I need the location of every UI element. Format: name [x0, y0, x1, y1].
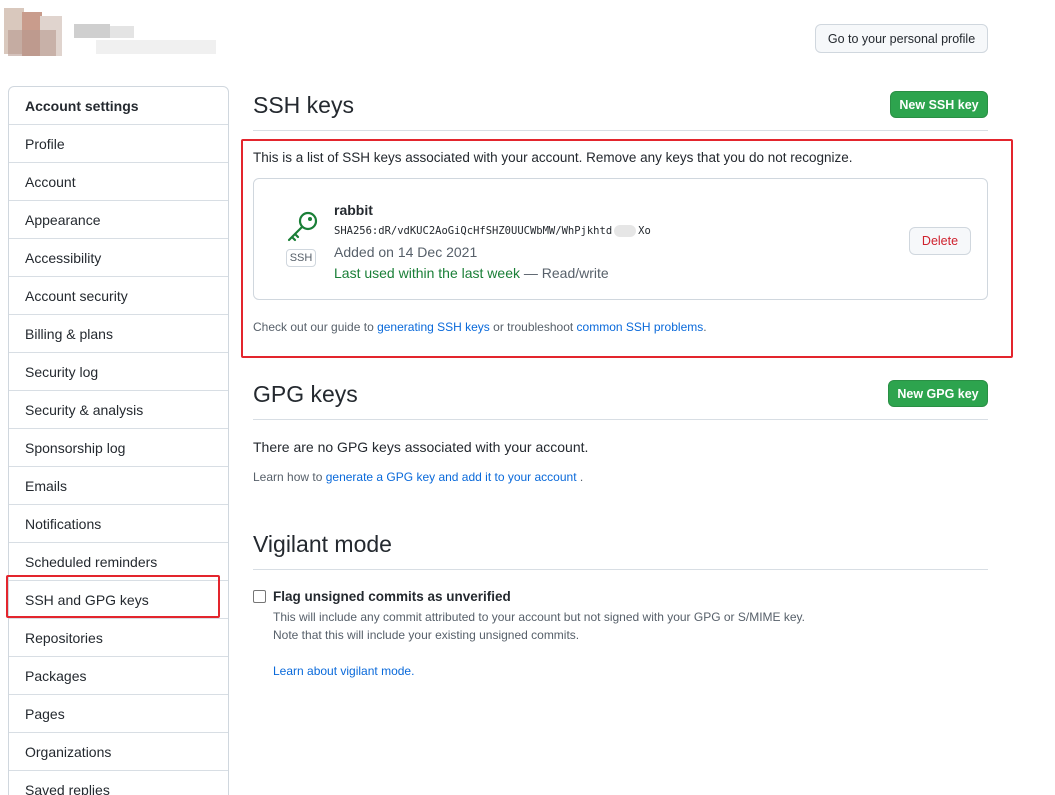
ssh-key-name: rabbit	[334, 202, 373, 218]
sidebar-item-security-log[interactable]: Security log	[9, 353, 228, 391]
sidebar-item-scheduled-reminders[interactable]: Scheduled reminders	[9, 543, 228, 581]
common-ssh-problems-link[interactable]: common SSH problems	[577, 320, 704, 334]
fingerprint-end: Xo	[638, 225, 651, 237]
learn-vigilant-mode-link[interactable]: Learn about vigilant mode.	[273, 664, 414, 678]
ssh-key-added-date: Added on 14 Dec 2021	[334, 244, 478, 260]
sidebar-item-accessibility[interactable]: Accessibility	[9, 239, 228, 277]
sidebar-item-billing[interactable]: Billing & plans	[9, 315, 228, 353]
delete-ssh-key-button[interactable]: Delete	[909, 227, 971, 255]
sidebar-item-appearance[interactable]: Appearance	[9, 201, 228, 239]
gpg-keys-title: GPG keys	[253, 381, 358, 407]
sidebar-item-saved-replies[interactable]: Saved replies	[9, 771, 228, 795]
redacted-blur	[614, 225, 637, 237]
guide-middle: or troubleshoot	[489, 320, 577, 334]
flag-unsigned-commits-checkbox[interactable]	[253, 590, 266, 603]
fingerprint-start: SHA256:dR/vdKUC2AoGiQcHfSHZ0UUCWbMW/WhPj…	[334, 225, 613, 237]
ssh-guide-text: Check out our guide to generating SSH ke…	[253, 320, 707, 334]
gpg-learn-text: Learn how to generate a GPG key and add …	[253, 470, 583, 484]
sidebar-item-pages[interactable]: Pages	[9, 695, 228, 733]
gpg-empty-text: There are no GPG keys associated with yo…	[253, 439, 589, 455]
gpg-divider	[253, 419, 988, 420]
ssh-key-access: — Read/write	[520, 265, 609, 281]
gpg-learn-suffix: .	[576, 470, 584, 484]
sidebar-item-account[interactable]: Account	[9, 163, 228, 201]
guide-prefix: Check out our guide to	[253, 320, 378, 334]
gpg-learn-prefix: Learn how to	[253, 470, 326, 484]
sidebar-item-emails[interactable]: Emails	[9, 467, 228, 505]
ssh-keys-title: SSH keys	[253, 92, 354, 118]
sidebar-header: Account settings	[9, 87, 228, 125]
user-avatar-blurred	[0, 0, 230, 66]
key-icon	[287, 211, 318, 242]
ssh-type-badge: SSH	[286, 249, 316, 267]
go-to-profile-button[interactable]: Go to your personal profile	[815, 24, 988, 53]
ssh-key-fingerprint: SHA256:dR/vdKUC2AoGiQcHfSHZ0UUCWbMW/WhPj…	[334, 225, 651, 237]
vigilant-mode-title: Vigilant mode	[253, 531, 392, 557]
sidebar-item-sponsorship-log[interactable]: Sponsorship log	[9, 429, 228, 467]
sidebar-item-organizations[interactable]: Organizations	[9, 733, 228, 771]
vigilant-desc-2: Note that this will include your existin…	[273, 628, 580, 642]
sidebar-item-packages[interactable]: Packages	[9, 657, 228, 695]
sidebar-item-profile[interactable]: Profile	[9, 125, 228, 163]
sidebar-item-notifications[interactable]: Notifications	[9, 505, 228, 543]
ssh-key-card: SSH rabbit SHA256:dR/vdKUC2AoGiQcHfSHZ0U…	[253, 178, 988, 300]
flag-unsigned-commits-label[interactable]: Flag unsigned commits as unverified	[273, 589, 511, 604]
generate-gpg-key-link[interactable]: generate a GPG key and add it to your ac…	[326, 470, 577, 484]
new-ssh-key-button[interactable]: New SSH key	[890, 91, 988, 118]
new-gpg-key-button[interactable]: New GPG key	[888, 380, 988, 407]
vigilant-desc-1: This will include any commit attributed …	[273, 610, 806, 624]
sidebar-item-ssh-gpg-keys[interactable]: SSH and GPG keys	[9, 581, 228, 619]
sidebar-item-repositories[interactable]: Repositories	[9, 619, 228, 657]
ssh-intro-text: This is a list of SSH keys associated wi…	[253, 150, 853, 165]
sidebar-item-account-security[interactable]: Account security	[9, 277, 228, 315]
sidebar-item-security-analysis[interactable]: Security & analysis	[9, 391, 228, 429]
guide-suffix: .	[703, 320, 707, 334]
vigilant-divider	[253, 569, 988, 570]
ssh-key-last-used: Last used within the last week	[334, 265, 520, 281]
ssh-key-usage: Last used within the last week — Read/wr…	[334, 265, 609, 281]
ssh-divider	[253, 130, 988, 131]
settings-sidebar: Account settings Profile Account Appeara…	[8, 86, 229, 795]
generating-ssh-keys-link[interactable]: generating SSH keys	[377, 320, 490, 334]
